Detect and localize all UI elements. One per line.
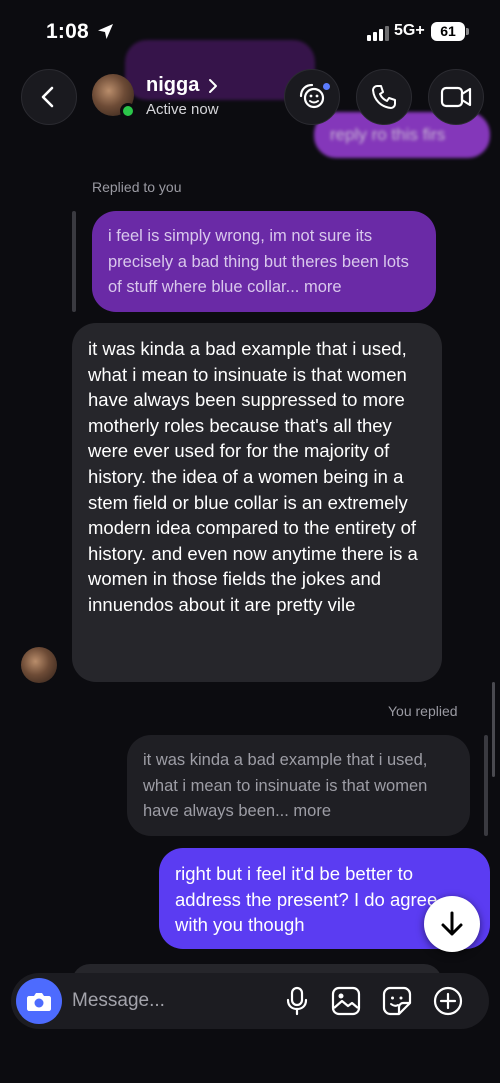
- video-call-button[interactable]: [428, 69, 484, 125]
- location-arrow-icon: [98, 24, 113, 39]
- chat-header: nigga Active now: [0, 62, 500, 132]
- battery-cap: [466, 28, 469, 35]
- call-button[interactable]: [356, 69, 412, 125]
- status-time: 1:08: [46, 20, 89, 43]
- voice-message-button[interactable]: [281, 985, 313, 1017]
- back-button[interactable]: [21, 69, 77, 125]
- scroll-indicator[interactable]: [492, 682, 495, 777]
- camera-button[interactable]: [16, 978, 62, 1024]
- replied-to-you-label: Replied to you: [92, 179, 182, 195]
- quoted-message[interactable]: i feel is simply wrong, im not sure its …: [92, 211, 436, 312]
- chevron-left-icon: [41, 86, 54, 108]
- reply-indicator-bar: [484, 735, 488, 836]
- incoming-message[interactable]: it was kinda a bad example that i used, …: [72, 323, 442, 682]
- quoted-reply[interactable]: it was kinda a bad example that i used, …: [127, 735, 470, 836]
- gallery-icon: [331, 986, 361, 1016]
- network-type: 5G+: [394, 22, 425, 39]
- message-composer: [11, 973, 489, 1029]
- camera-icon: [27, 993, 51, 1011]
- gallery-button[interactable]: [330, 985, 362, 1017]
- scroll-to-bottom-button[interactable]: [424, 896, 480, 952]
- active-status: Active now: [146, 101, 219, 118]
- reply-indicator-bar: [72, 211, 76, 312]
- chat-screen: reply ro this firs 1:08 5G+ 61 nigga Act…: [0, 0, 500, 1083]
- you-replied-label: You replied: [388, 703, 458, 719]
- chevron-right-icon: [209, 79, 217, 93]
- bottom-safe-area: [0, 1040, 500, 1083]
- effects-notification-dot: [321, 81, 332, 92]
- sender-avatar[interactable]: [21, 647, 57, 683]
- video-icon: [440, 86, 472, 108]
- more-options-button[interactable]: [432, 985, 464, 1017]
- microphone-icon: [286, 986, 308, 1016]
- sticker-button[interactable]: [381, 985, 413, 1017]
- phone-icon: [372, 85, 396, 109]
- arrow-down-icon: [441, 911, 463, 936]
- contact-name[interactable]: nigga: [146, 74, 199, 97]
- sticker-icon: [382, 986, 412, 1016]
- battery-level: 61: [431, 22, 465, 41]
- status-bar: 1:08 5G+ 61: [0, 0, 500, 62]
- message-input[interactable]: [72, 973, 272, 1029]
- plus-icon: [433, 986, 463, 1016]
- effects-button[interactable]: [284, 69, 340, 125]
- signal-icon: [367, 25, 389, 41]
- online-indicator: [120, 103, 136, 119]
